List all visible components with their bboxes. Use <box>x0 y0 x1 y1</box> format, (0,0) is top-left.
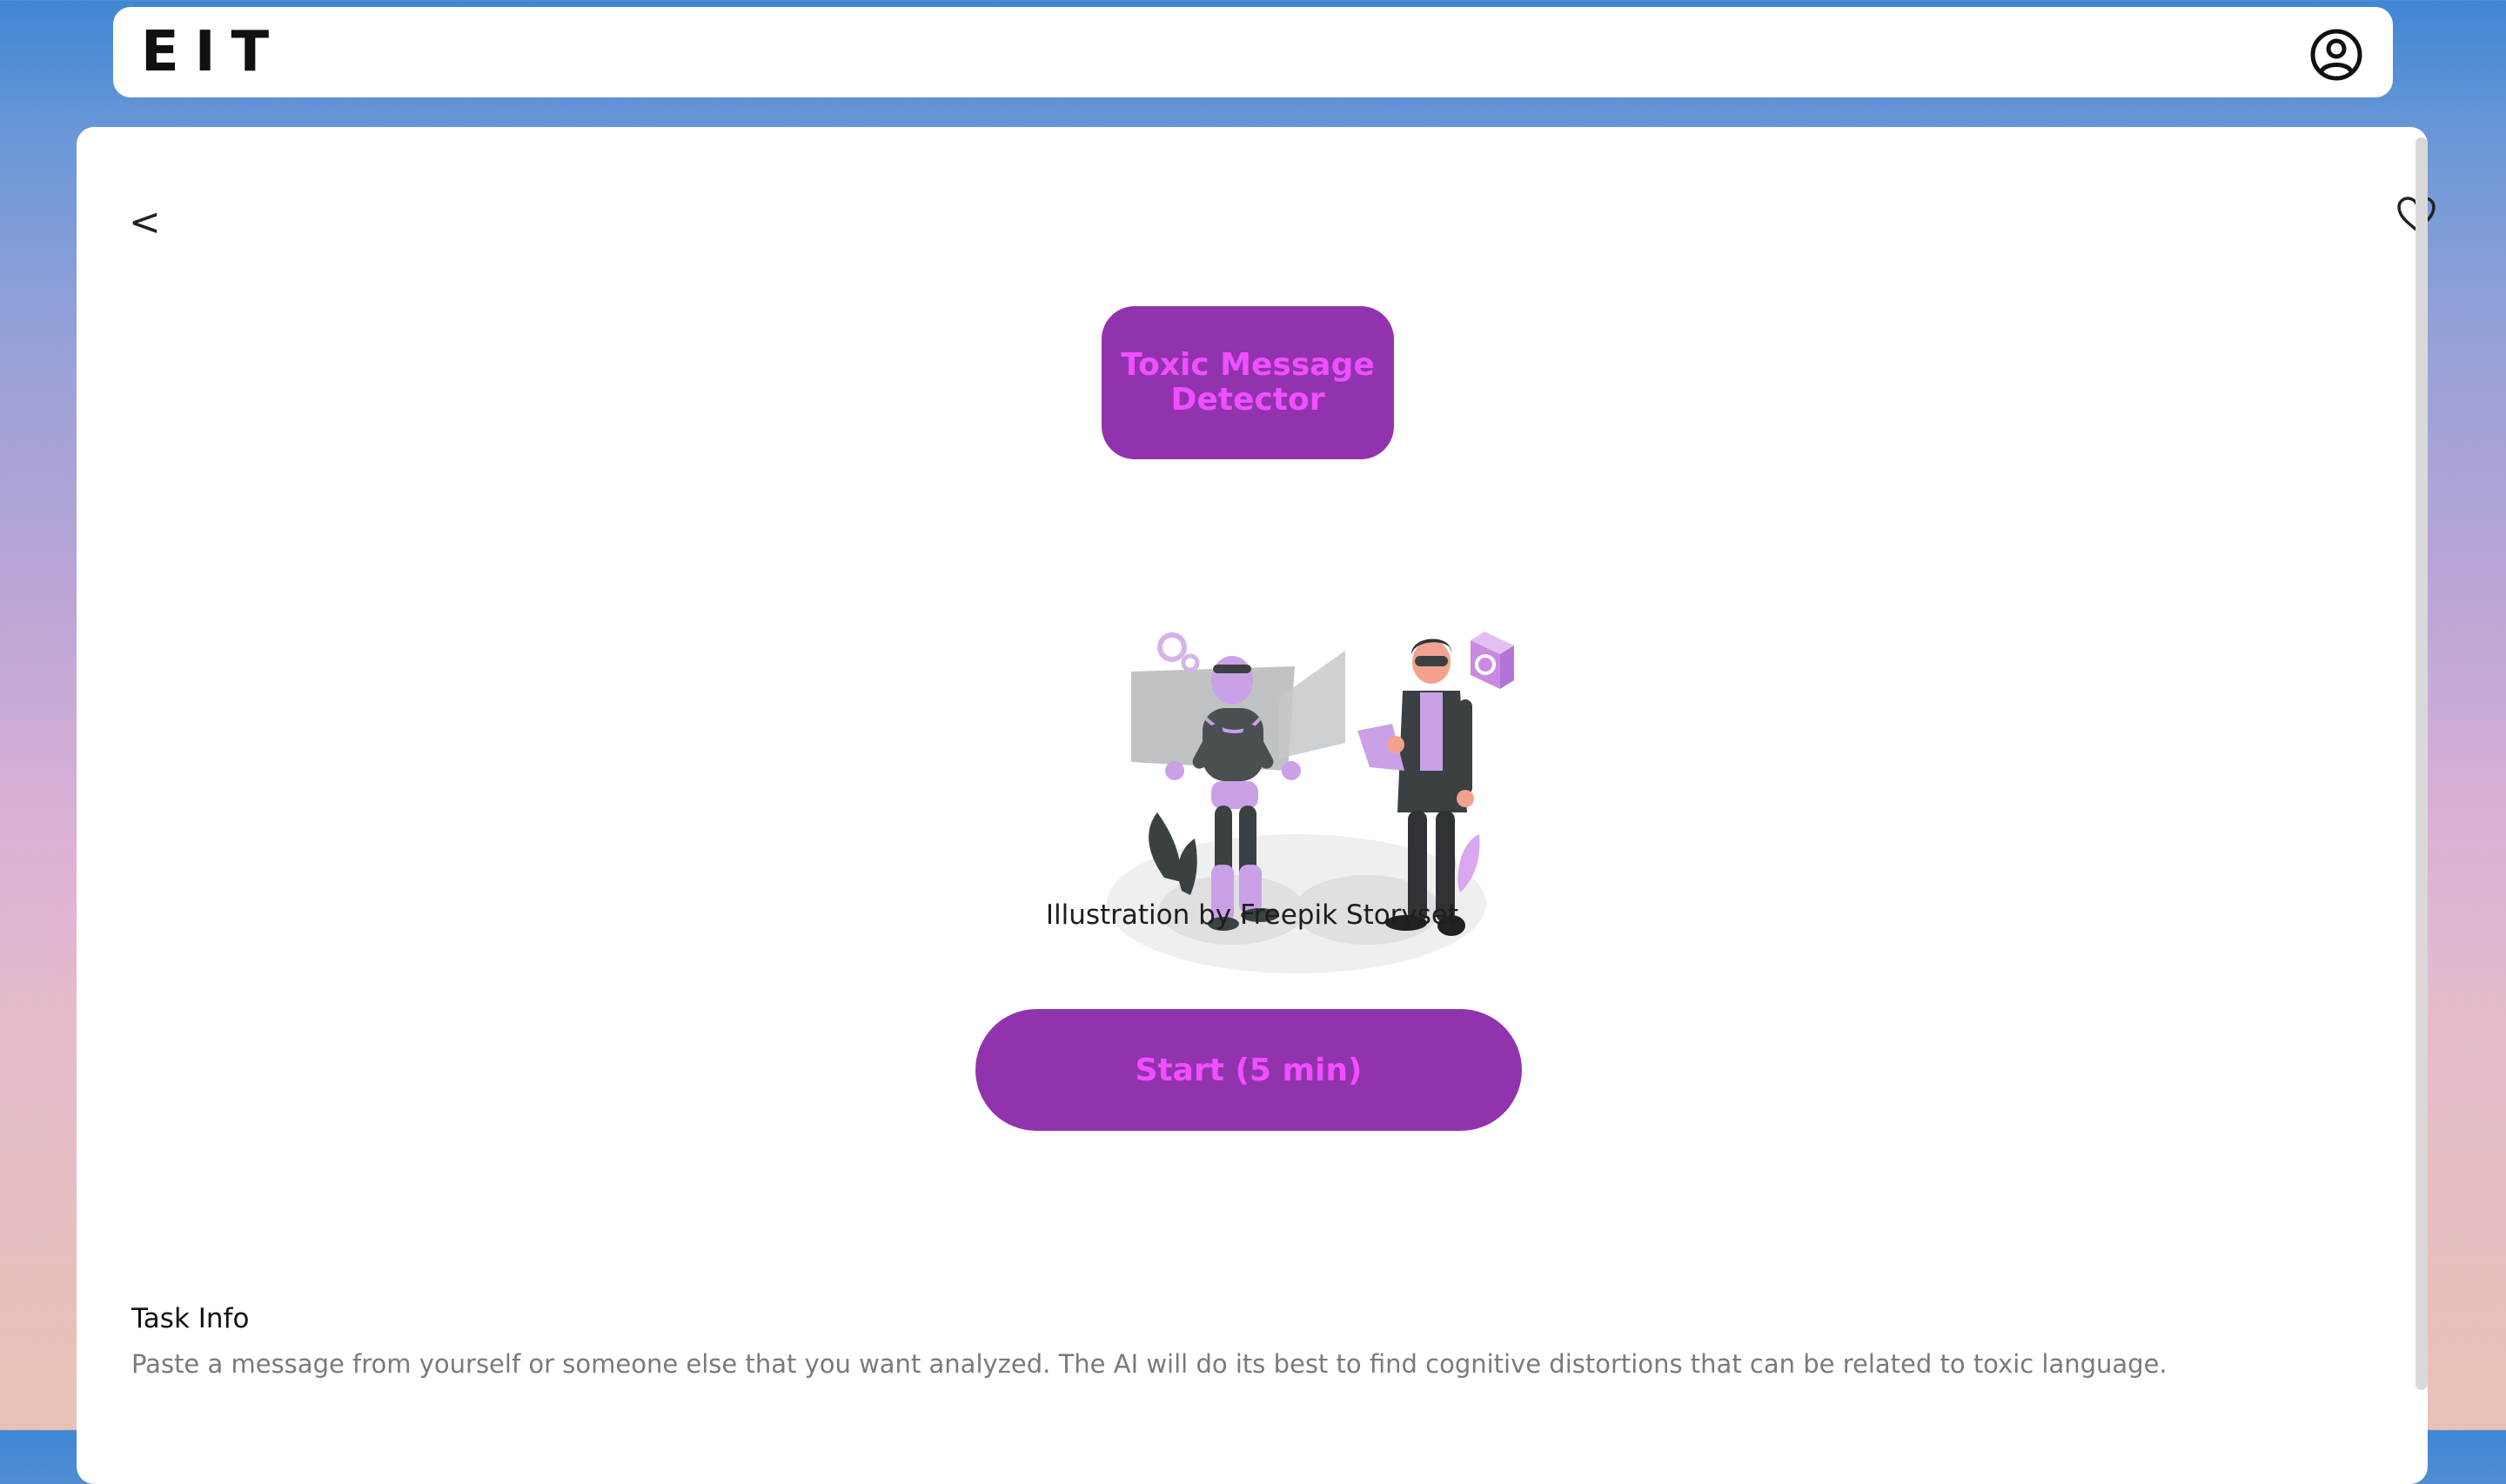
task-card: < Toxic Message Detector Illustration by… <box>77 127 2436 1484</box>
task-info-heading: Task Info <box>131 1303 250 1334</box>
illustration-credit: Illustration by Freepik Storyset <box>1045 899 1459 931</box>
task-info-description: Paste a message from yourself or someone… <box>131 1349 2168 1379</box>
top-bar: EIT <box>113 7 2393 97</box>
back-button[interactable]: < <box>129 197 172 249</box>
tool-title-badge: Toxic Message Detector <box>1102 306 1394 459</box>
logo[interactable]: EIT <box>141 24 285 80</box>
start-button[interactable]: Start (5 min) <box>975 1009 1522 1131</box>
scrollbar[interactable] <box>2416 137 2428 1390</box>
user-circle-icon[interactable] <box>2309 28 2363 82</box>
